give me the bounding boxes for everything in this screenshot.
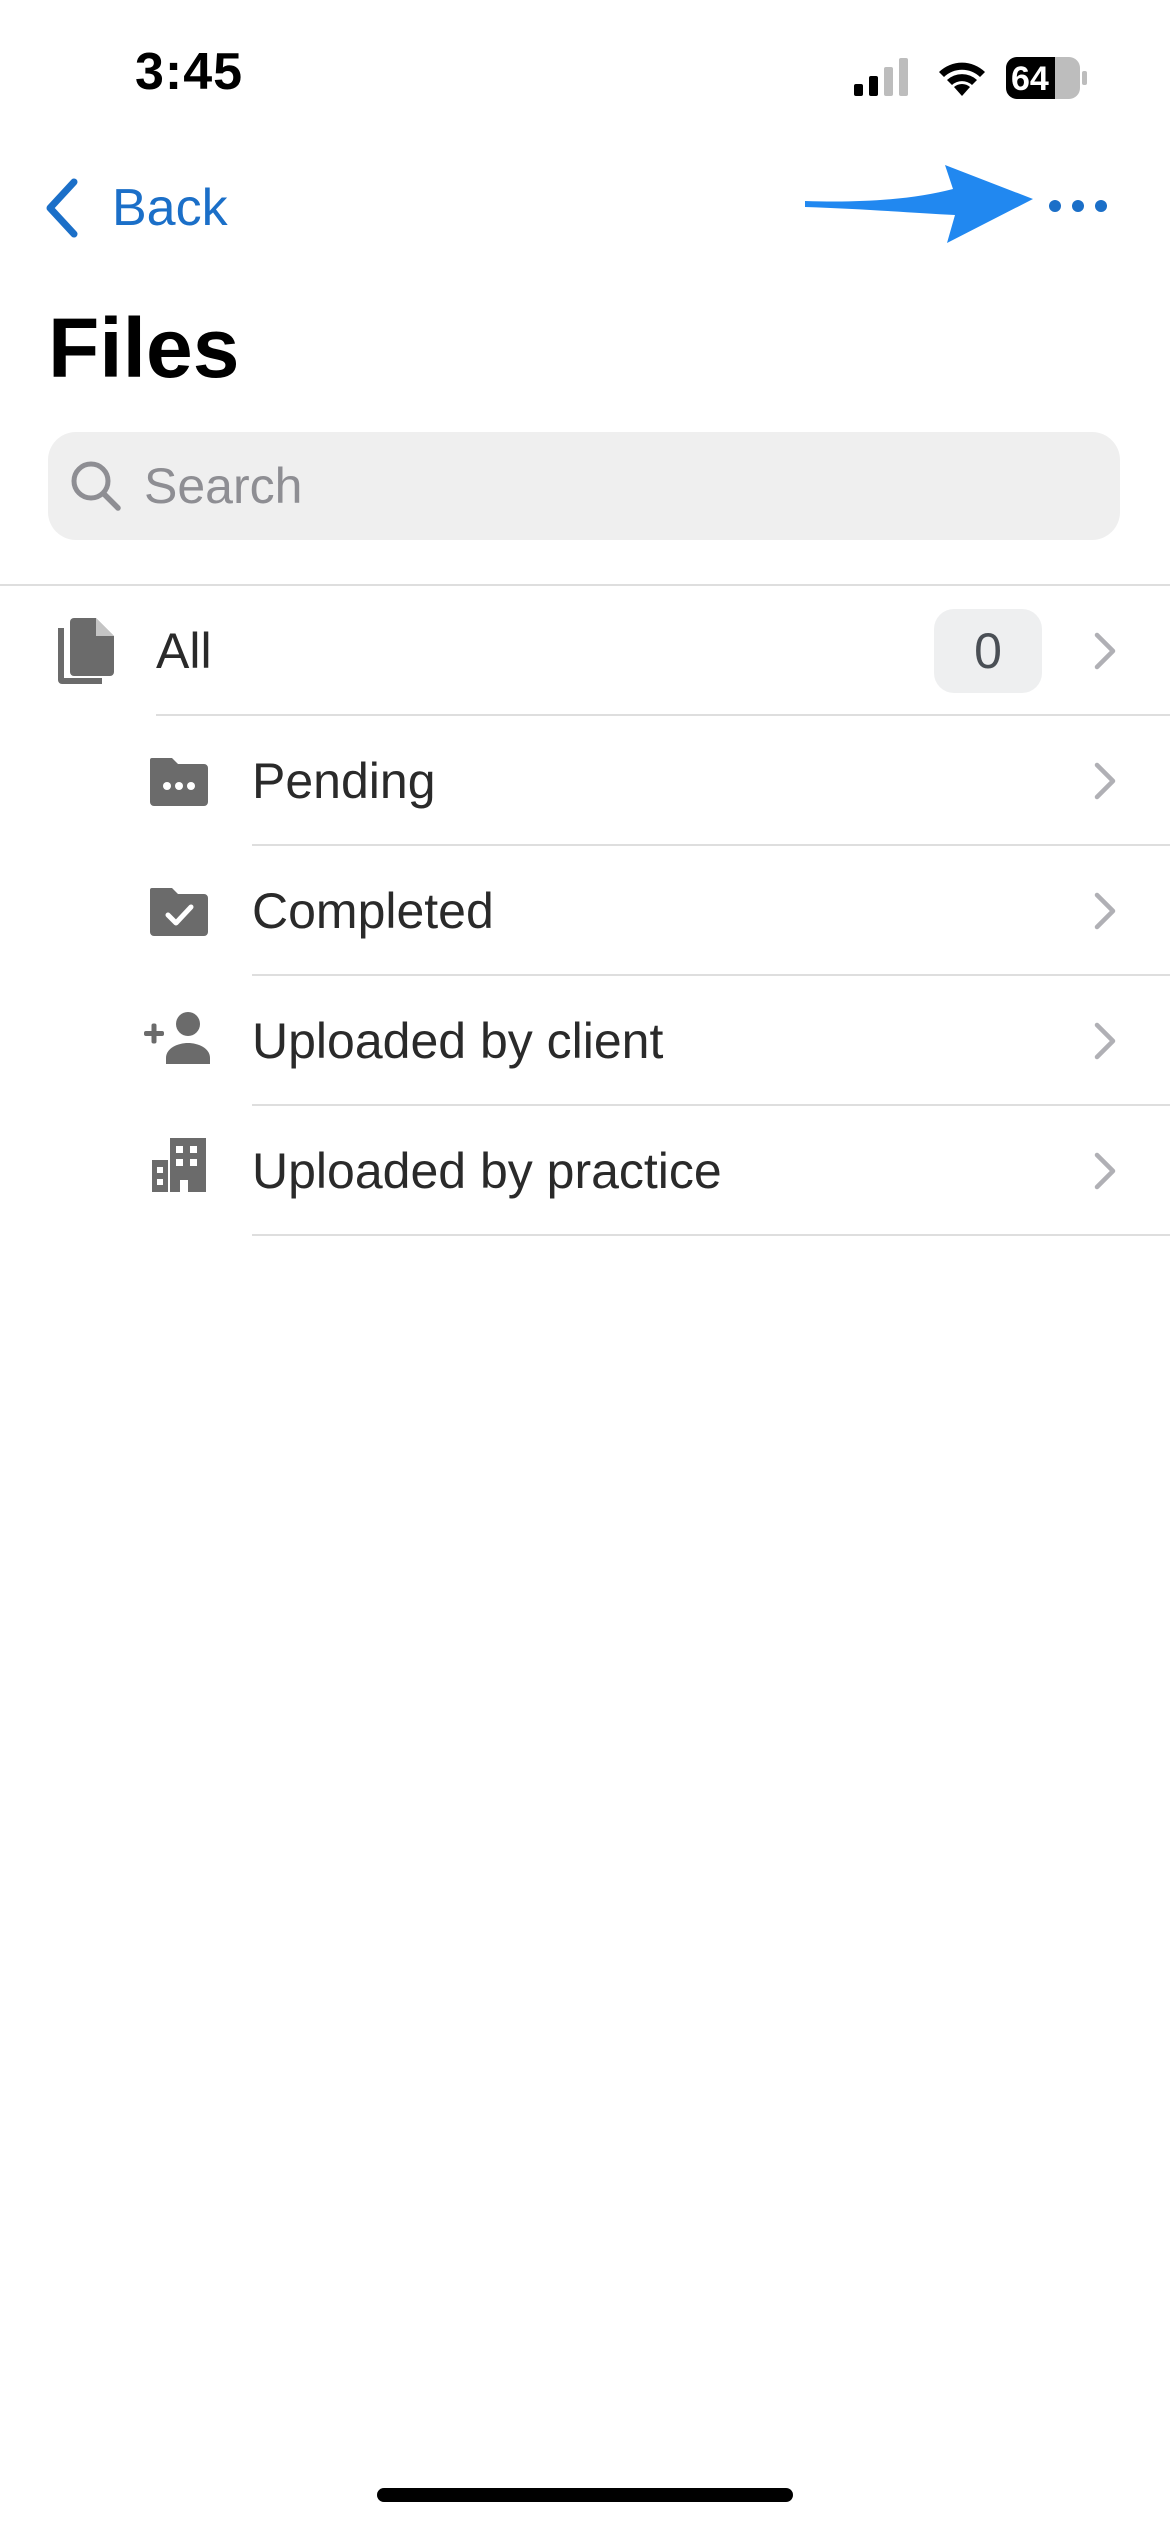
chevron-right-icon	[1094, 892, 1116, 930]
list-item-pending[interactable]: Pending	[0, 716, 1170, 846]
list-item-all[interactable]: All 0	[0, 586, 1170, 716]
documents-icon	[58, 618, 114, 684]
building-icon	[152, 1138, 206, 1192]
folder-check-icon	[150, 888, 208, 936]
battery-icon: 64	[1005, 56, 1089, 100]
person-add-icon	[144, 1012, 210, 1064]
search-bar[interactable]	[48, 432, 1120, 540]
chevron-right-icon	[1094, 1022, 1116, 1060]
divider	[252, 1234, 1170, 1236]
chevron-left-icon	[46, 178, 78, 238]
row-label: Completed	[252, 883, 494, 939]
list-item-completed[interactable]: Completed	[0, 846, 1170, 976]
count-badge: 0	[934, 609, 1042, 693]
chevron-right-icon	[1094, 1152, 1116, 1190]
arrow-annotation-icon	[805, 165, 1033, 243]
back-label: Back	[112, 179, 228, 237]
list-item-uploaded-by-practice[interactable]: Uploaded by practice	[0, 1106, 1170, 1236]
row-label: Uploaded by practice	[252, 1143, 722, 1199]
folder-pending-icon	[150, 758, 208, 806]
row-label: Uploaded by client	[252, 1013, 664, 1069]
wifi-icon	[939, 62, 985, 96]
cellular-signal-icon	[854, 58, 908, 96]
row-label: All	[156, 623, 212, 679]
battery-level: 64	[1011, 60, 1049, 98]
row-label: Pending	[252, 753, 436, 809]
back-button[interactable]: Back	[40, 170, 228, 246]
chevron-right-icon	[1094, 762, 1116, 800]
search-input[interactable]	[144, 457, 1044, 515]
ellipsis-icon	[1049, 200, 1107, 212]
chevron-right-icon	[1094, 632, 1116, 670]
page-title: Files	[48, 301, 240, 395]
more-options-button[interactable]	[1038, 176, 1118, 236]
status-time: 3:45	[135, 43, 244, 101]
search-icon	[71, 461, 121, 511]
home-indicator[interactable]	[377, 2488, 793, 2502]
list-item-uploaded-by-client[interactable]: Uploaded by client	[0, 976, 1170, 1106]
